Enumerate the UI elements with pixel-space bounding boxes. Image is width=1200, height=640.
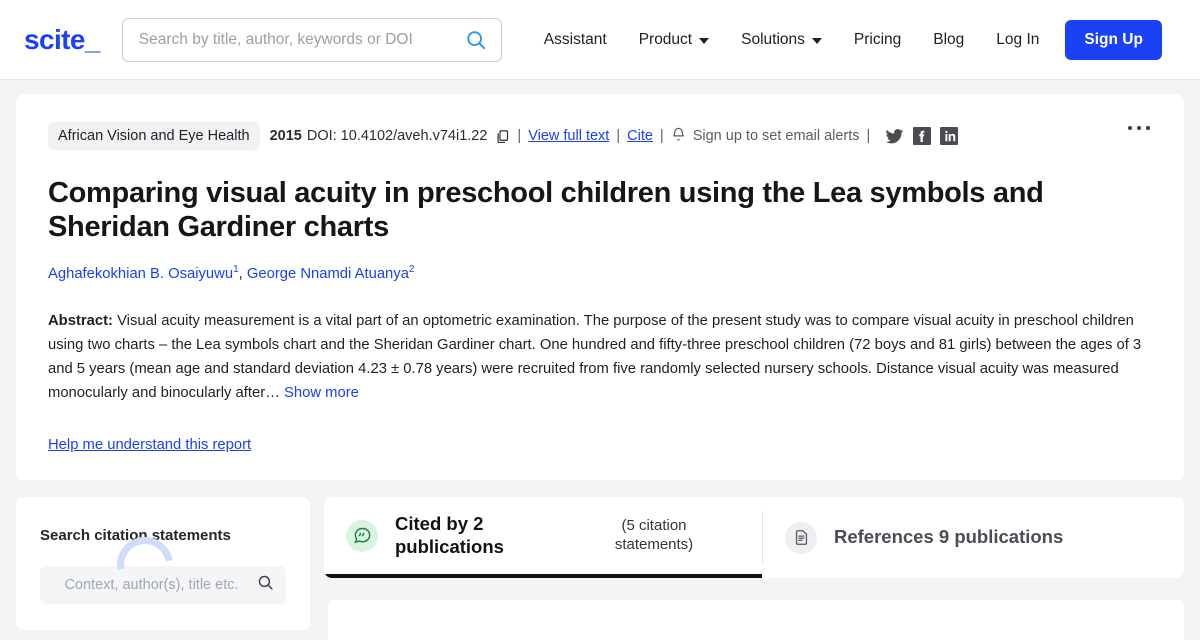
separator: | xyxy=(866,128,871,144)
nav-label: Solutions xyxy=(741,30,805,48)
sign-up-button[interactable]: Sign Up xyxy=(1065,19,1162,60)
nav-item-blog[interactable]: Blog xyxy=(917,23,980,57)
tab-cited-by[interactable]: Cited by 2 publications (5 citation stat… xyxy=(324,497,762,579)
top-navigation-bar: scite_ Assistant Product Solutions Prici… xyxy=(0,0,1200,80)
paper-detail-card: African Vision and Eye Health 2015 DOI: … xyxy=(16,94,1184,481)
citation-search-box[interactable] xyxy=(40,566,286,605)
dot xyxy=(1137,126,1141,130)
search-icon[interactable] xyxy=(463,27,489,53)
paper-metadata-row: African Vision and Eye Health 2015 DOI: … xyxy=(48,122,1152,150)
author-name: George Nnamdi Atuanya xyxy=(246,266,409,283)
scite-logo[interactable]: scite_ xyxy=(24,25,100,54)
copy-icon[interactable] xyxy=(495,129,510,144)
tab-references-label: References 9 publications xyxy=(834,526,1064,548)
help-understand-report-link[interactable]: Help me understand this report xyxy=(48,437,251,453)
abstract-body: Visual acuity measurement is a vital par… xyxy=(48,313,1142,402)
twitter-icon[interactable] xyxy=(885,127,904,146)
citation-search-input[interactable] xyxy=(52,577,251,594)
journal-name-chip[interactable]: African Vision and Eye Health xyxy=(48,122,260,150)
search-input[interactable] xyxy=(138,30,463,49)
separator: | xyxy=(517,128,522,144)
dot xyxy=(1128,126,1132,130)
nav-label: Log In xyxy=(996,30,1040,48)
citation-search-sidebar: Search citation statements xyxy=(16,497,310,631)
document-icon xyxy=(785,521,817,554)
email-alerts-button[interactable]: Sign up to set email alerts xyxy=(671,126,860,146)
quote-bubble-icon xyxy=(346,519,378,552)
bell-icon xyxy=(671,126,686,146)
nav-item-product[interactable]: Product xyxy=(623,23,725,57)
page-title: Comparing visual acuity in preschool chi… xyxy=(48,177,1044,244)
author-name: Aghafekokhian B. Osaiyuwu xyxy=(48,266,234,283)
author-link[interactable]: George Nnamdi Atuanya2 xyxy=(246,264,415,283)
citation-tabs: Cited by 2 publications (5 citation stat… xyxy=(324,497,1184,579)
abstract-label: Abstract: xyxy=(48,313,113,330)
tab-references[interactable]: References 9 publications xyxy=(763,497,1085,578)
tab-cited-by-label: Cited by 2 publications xyxy=(395,513,504,557)
cite-link[interactable]: Cite xyxy=(627,128,653,144)
more-options-icon[interactable] xyxy=(1122,120,1156,136)
view-full-text-link[interactable]: View full text xyxy=(528,128,609,144)
global-search-box[interactable] xyxy=(121,17,502,62)
linkedin-icon[interactable] xyxy=(940,127,959,145)
author-link[interactable]: Aghafekokhian B. Osaiyuwu1 xyxy=(48,264,239,283)
nav-item-pricing[interactable]: Pricing xyxy=(838,23,917,57)
abstract-text: Abstract: Visual acuity measurement is a… xyxy=(48,310,1152,406)
nav-label: Pricing xyxy=(853,30,902,48)
nav-item-login[interactable]: Log In xyxy=(980,23,1055,57)
chevron-down-icon xyxy=(699,37,710,44)
results-panel xyxy=(328,600,1184,640)
separator: | xyxy=(616,128,621,144)
doi-text: DOI: 10.4102/aveh.v74i1.22 xyxy=(306,128,488,144)
nav-label: Blog xyxy=(933,30,965,48)
tab-cited-by-sublabel: (5 citation statements) xyxy=(614,517,694,553)
publication-year: 2015 xyxy=(269,128,302,144)
nav-item-assistant[interactable]: Assistant xyxy=(528,23,623,57)
dot xyxy=(1146,126,1150,130)
nav-label: Product xyxy=(638,30,693,48)
nav-links: Assistant Product Solutions Pricing Blog… xyxy=(528,19,1180,60)
facebook-icon[interactable] xyxy=(913,127,932,145)
sidebar-heading: Search citation statements xyxy=(40,527,231,545)
author-affiliation-marker: 2 xyxy=(408,264,415,276)
nav-label: Assistant xyxy=(543,30,607,48)
author-list: Aghafekokhian B. Osaiyuwu1, George Nnamd… xyxy=(48,264,415,283)
show-more-link[interactable]: Show more xyxy=(284,385,359,401)
email-alerts-label: Sign up to set email alerts xyxy=(692,128,860,144)
social-share-group xyxy=(885,127,959,146)
search-icon[interactable] xyxy=(257,574,274,596)
chevron-down-icon xyxy=(811,37,822,44)
nav-item-solutions[interactable]: Solutions xyxy=(725,23,838,57)
separator: | xyxy=(659,128,664,144)
